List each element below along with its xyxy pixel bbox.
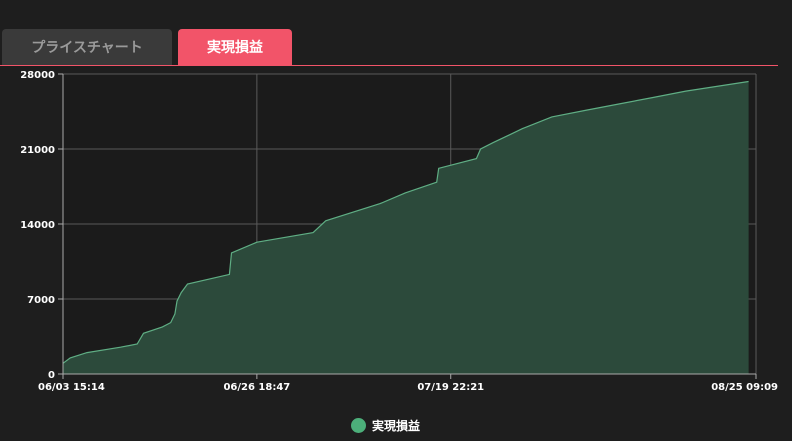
y-tick-label: 28000 [20, 70, 55, 81]
tab-realized-pnl[interactable]: 実現損益 [178, 29, 292, 65]
chart-tabs: プライスチャート 実現損益 [0, 29, 778, 66]
x-tick-label: 07/19 22:21 [417, 382, 484, 393]
legend-dot-icon [351, 418, 366, 433]
tab-price-chart[interactable]: プライスチャート [2, 29, 172, 65]
realized-pnl-chart: 0 7000 14000 21000 28000 06/03 15:14 06/26 18:… [20, 70, 778, 393]
x-tick-label: 08/25 09:09 [711, 382, 778, 393]
chart-legend[interactable]: 実現損益 [351, 417, 420, 434]
y-tick-label: 7000 [27, 295, 55, 306]
legend-label: 実現損益 [372, 419, 421, 433]
y-tick-label: 14000 [20, 220, 55, 231]
x-tick-label: 06/03 15:14 [38, 382, 105, 393]
x-tick-label: 06/26 18:47 [223, 382, 290, 393]
y-tick-label: 0 [48, 370, 55, 381]
y-tick-label: 21000 [20, 145, 55, 156]
